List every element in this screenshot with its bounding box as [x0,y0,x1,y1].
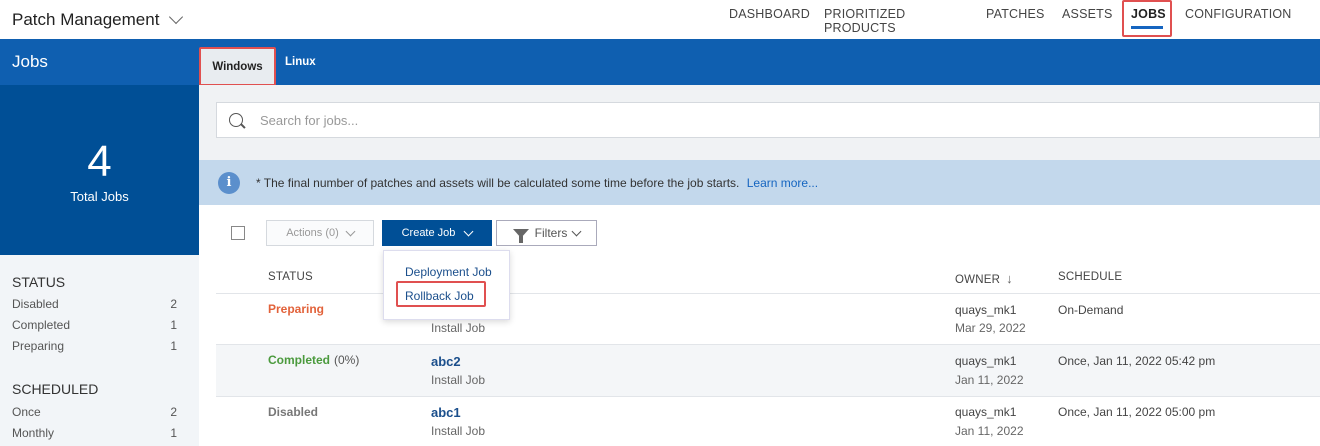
app-title: Patch Management [12,10,160,29]
job-type: Install Job [431,321,486,335]
chevron-down-icon [463,226,474,236]
nav-dashboard[interactable]: DASHBOARD [729,7,810,21]
status-heading: STATUS [12,274,66,290]
select-all-checkbox[interactable] [231,226,245,240]
nav-prioritized-products[interactable]: PRIORITIZED PRODUCTS [824,7,905,35]
status-filter-disabled[interactable]: Disabled 2 [12,297,177,311]
column-header-status[interactable]: STATUS [268,271,313,283]
job-owner: quays_mk1 [955,303,1017,317]
nav-patches[interactable]: PATCHES [986,7,1045,21]
job-owner-date: Mar 29, 2022 [955,321,1026,335]
sidebar-header: Jobs [0,39,199,85]
chevron-down-icon [571,226,582,236]
learn-more-link[interactable]: Learn more... [747,176,818,190]
tab-linux[interactable]: Linux [285,39,316,85]
progress-percent: (0%) [334,353,360,367]
info-banner: i * The final number of patches and asse… [199,160,1320,205]
chevron-down-icon [169,9,184,25]
job-owner: quays_mk1 [955,354,1017,368]
job-type: Install Job [431,373,486,387]
sort-down-icon: ↓ [1006,271,1013,286]
highlight-box-jobs [1122,0,1172,37]
create-job-button[interactable]: Create Job [382,220,492,246]
total-jobs-label: Total Jobs [70,189,129,204]
job-name-link[interactable]: abc1 [431,405,461,420]
platform-tabs: Windows Linux [199,39,1320,85]
row-divider [216,396,1320,397]
search-bar [216,102,1320,138]
job-schedule: Once, Jan 11, 2022 05:00 pm [1058,405,1216,419]
filter-icon [512,228,529,243]
highlight-box-rollback [396,281,486,307]
menu-item-deployment-job[interactable]: Deployment Job [405,265,492,279]
total-jobs-card: 4 Total Jobs [0,85,199,255]
job-name-link[interactable]: abc2 [431,354,461,369]
search-input[interactable] [260,112,1160,128]
filters-button[interactable]: Filters [496,220,597,246]
table-row[interactable] [216,345,1320,396]
job-owner: quays_mk1 [955,405,1017,419]
column-header-schedule[interactable]: SCHEDULE [1058,271,1122,283]
job-owner-date: Jan 11, 2022 [955,373,1024,387]
job-type: Install Job [431,424,486,438]
status-text: Completed (0%) [268,353,360,367]
app-switcher[interactable]: Patch Management [12,9,184,30]
header-divider [216,293,1320,294]
status-text: Disabled [268,405,319,419]
column-header-owner[interactable]: OWNER ↓ [955,271,1013,286]
actions-button[interactable]: Actions (0) [266,220,374,246]
job-owner-date: Jan 11, 2022 [955,424,1024,438]
scheduled-filter-monthly[interactable]: Monthly 1 [12,426,177,440]
job-schedule: On-Demand [1058,303,1124,317]
highlight-box-windows [199,47,276,86]
status-filter-completed[interactable]: Completed 1 [12,318,177,332]
nav-assets[interactable]: ASSETS [1062,7,1113,21]
job-schedule: Once, Jan 11, 2022 05:42 pm [1058,354,1216,368]
info-text: * The final number of patches and assets… [256,175,819,190]
total-jobs-count: 4 [87,137,112,186]
sidebar-title: Jobs [12,52,48,71]
status-text: Preparing [268,302,325,316]
scheduled-heading: SCHEDULED [12,381,99,397]
status-filter-preparing[interactable]: Preparing 1 [12,339,177,353]
scheduled-filter-once[interactable]: Once 2 [12,405,177,419]
search-icon [229,113,243,127]
info-icon: i [218,171,240,194]
chevron-down-icon [345,226,356,236]
nav-configuration[interactable]: CONFIGURATION [1185,7,1292,21]
sidebar-filters: STATUS Disabled 2 Completed 1 Preparing … [0,255,199,446]
